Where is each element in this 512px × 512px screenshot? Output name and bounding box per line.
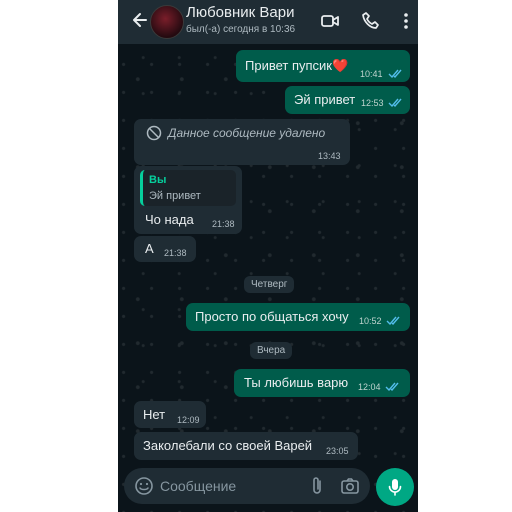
message-time: 21:38 [212, 219, 235, 229]
deleted-message-text: Данное сообщение удалено [168, 126, 326, 140]
video-call-icon[interactable] [320, 11, 340, 31]
message-time: 12:09 [177, 415, 200, 425]
message-bubble-incoming[interactable]: Заколебали со своей Варей 23:05 [134, 432, 358, 460]
emoji-icon[interactable] [134, 476, 154, 496]
date-separator: Четверг [244, 276, 295, 293]
quote-text: Эй привет [149, 190, 201, 202]
message-bubble-incoming[interactable]: Нет 12:09 [134, 401, 206, 428]
message-text: А [145, 241, 154, 256]
message-time: 12:04 [358, 382, 381, 392]
camera-icon[interactable] [340, 476, 360, 496]
deleted-icon [146, 125, 162, 141]
chat-header: Любовник Вари был(-а) сегодня в 10:36 [118, 0, 418, 44]
message-text: Просто по общаться хочу [195, 309, 349, 324]
attach-icon[interactable] [308, 476, 326, 496]
message-bubble-deleted[interactable]: Данное сообщение удалено 13:43 [134, 119, 350, 165]
mic-button[interactable] [376, 468, 414, 506]
message-text: Привет пупсик❤️ [245, 58, 349, 73]
last-seen-status: был(-а) сегодня в 10:36 [186, 24, 296, 35]
read-ticks-icon [385, 382, 399, 391]
message-time: 13:43 [318, 151, 341, 161]
message-time: 10:41 [360, 69, 383, 79]
read-ticks-icon [386, 316, 400, 325]
phone-icon[interactable] [361, 11, 381, 31]
message-bubble-incoming-reply[interactable]: Вы Эй привет Чо нада 21:38 [134, 166, 242, 234]
chat-screen: Любовник Вари был(-а) сегодня в 10:36 Пр… [118, 0, 418, 512]
contact-name[interactable]: Любовник Вари [186, 4, 294, 21]
message-text: Эй привет [294, 92, 356, 107]
message-time: 10:52 [359, 316, 382, 326]
read-ticks-icon [388, 98, 402, 107]
message-bubble-outgoing[interactable]: Эй привет 12:53 [285, 86, 410, 114]
avatar[interactable] [150, 5, 184, 39]
message-text: Заколебали со своей Варей [143, 438, 313, 453]
message-bubble-outgoing[interactable]: Просто по общаться хочу 10:52 [186, 303, 410, 331]
menu-dots-icon[interactable] [396, 11, 416, 31]
date-separator: Вчера [250, 342, 293, 359]
message-time: 21:38 [164, 248, 187, 258]
message-bubble-outgoing[interactable]: Ты любишь варю 12:04 [234, 369, 410, 397]
message-time: 23:05 [326, 446, 349, 456]
message-text: Ты любишь варю [244, 375, 349, 390]
message-time: 12:53 [361, 98, 384, 108]
message-bubble-incoming[interactable]: А 21:38 [134, 236, 196, 262]
message-bubble-outgoing[interactable]: Привет пупсик❤️ 10:41 [236, 50, 410, 82]
message-input-field[interactable]: Сообщение [160, 478, 236, 494]
message-text: Чо нада [145, 212, 194, 227]
mic-icon [388, 479, 402, 496]
quoted-message[interactable]: Вы Эй привет [140, 170, 236, 206]
read-ticks-icon [388, 69, 402, 78]
message-text: Нет [143, 407, 166, 422]
quote-author: Вы [149, 174, 167, 186]
message-input-bar[interactable]: Сообщение [124, 468, 370, 504]
back-arrow-icon[interactable] [130, 10, 150, 30]
